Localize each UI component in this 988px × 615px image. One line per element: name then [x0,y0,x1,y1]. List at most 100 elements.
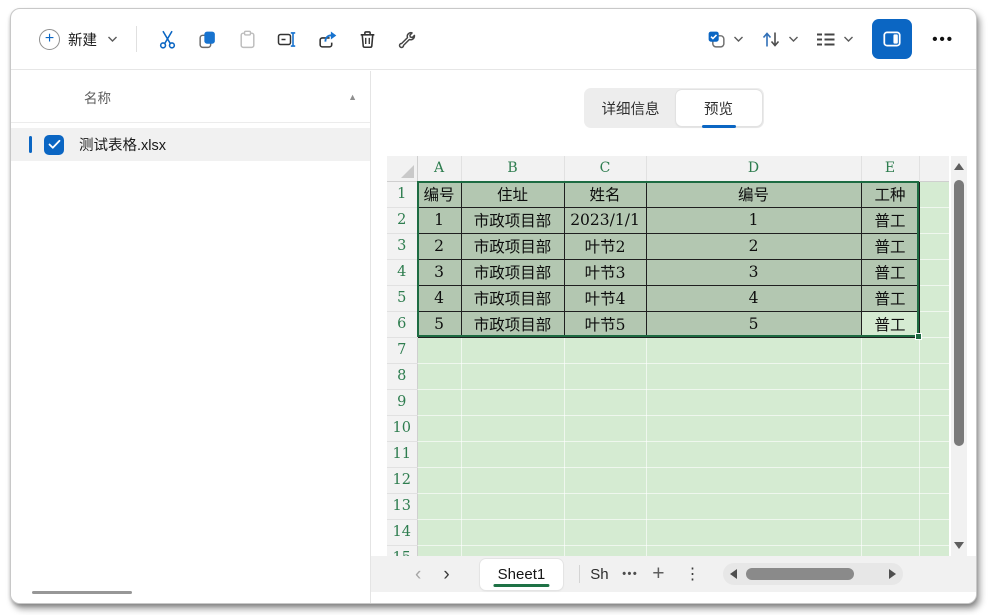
left-pane-horizontal-scrollbar[interactable] [32,591,132,594]
cell-empty[interactable] [646,467,861,493]
cell-empty[interactable] [564,441,646,467]
cell-empty[interactable] [919,519,949,545]
sheet-nav-prev-button[interactable]: ‹ [409,565,427,584]
cell-A1[interactable]: 编号 [417,181,461,207]
cell-empty[interactable] [861,493,919,519]
new-button[interactable]: + 新建 [29,23,128,56]
cell-empty[interactable] [919,545,949,556]
cell-empty[interactable] [417,363,461,389]
row-header-14[interactable]: 14 [387,519,417,545]
name-column-header[interactable]: 名称 [84,87,111,107]
row-header-12[interactable]: 12 [387,467,417,493]
scroll-down-icon[interactable] [954,542,964,549]
sheet-tab-active[interactable]: Sheet1 [480,559,564,590]
cell-empty[interactable] [861,467,919,493]
delete-button[interactable] [347,21,387,57]
cell-C2[interactable]: 2023/1/1 [564,207,646,233]
row-header-11[interactable]: 11 [387,441,417,467]
cell-empty[interactable] [564,415,646,441]
cell-empty[interactable] [417,545,461,556]
cell-empty[interactable] [861,337,919,363]
cell-A5[interactable]: 4 [417,285,461,311]
row-header-5[interactable]: 5 [387,285,417,311]
cell-C3[interactable]: 叶节2 [564,233,646,259]
cell-empty[interactable] [564,493,646,519]
cell-empty[interactable] [646,415,861,441]
multiselect-button[interactable] [700,25,750,54]
cell-empty[interactable] [919,233,949,259]
cell-empty[interactable] [461,493,564,519]
cell-C4[interactable]: 叶节3 [564,259,646,285]
cell-D6[interactable]: 5 [646,311,861,337]
cell-empty[interactable] [646,363,861,389]
row-header-7[interactable]: 7 [387,337,417,363]
row-header-9[interactable]: 9 [387,389,417,415]
cell-B6[interactable]: 市政项目部 [461,311,564,337]
cell-empty[interactable] [461,363,564,389]
cell-empty[interactable] [461,389,564,415]
cell-empty[interactable] [461,519,564,545]
cell-empty[interactable] [919,467,949,493]
cell-empty[interactable] [919,363,949,389]
cell-D5[interactable]: 4 [646,285,861,311]
sheet-horizontal-scrollbar[interactable] [723,563,903,585]
copy-button[interactable] [187,21,227,57]
view-button[interactable] [809,25,860,54]
scroll-up-icon[interactable] [954,163,964,170]
cell-empty[interactable] [861,545,919,556]
row-header-3[interactable]: 3 [387,233,417,259]
more-options-button[interactable]: ••• [924,31,962,48]
cell-empty[interactable] [417,441,461,467]
cell-empty[interactable] [564,519,646,545]
cell-C6[interactable]: 叶节5 [564,311,646,337]
cell-D2[interactable]: 1 [646,207,861,233]
horizontal-scrollbar-thumb[interactable] [746,568,854,580]
column-header-E[interactable]: E [861,156,919,181]
cell-B1[interactable]: 住址 [461,181,564,207]
cell-D4[interactable]: 3 [646,259,861,285]
cell-B3[interactable]: 市政项目部 [461,233,564,259]
tab-preview[interactable]: 预览 [676,90,762,126]
cell-empty[interactable] [417,467,461,493]
sheet-options-kebab-icon[interactable]: ⋮ [685,564,701,584]
cell-empty[interactable] [919,285,949,311]
cell-empty[interactable] [564,337,646,363]
cell-A6[interactable]: 5 [417,311,461,337]
sheet-nav-next-button[interactable]: › [437,565,455,584]
row-header-8[interactable]: 8 [387,363,417,389]
cell-empty[interactable] [861,389,919,415]
cell-A2[interactable]: 1 [417,207,461,233]
column-header-D[interactable]: D [646,156,861,181]
add-sheet-button[interactable]: + [652,562,664,586]
cell-E5[interactable]: 普工 [861,285,919,311]
cell-empty[interactable] [646,441,861,467]
cell-E6[interactable]: 普工 [861,311,919,337]
sheet-more-tabs-icon[interactable]: ••• [622,568,638,580]
row-header-4[interactable]: 4 [387,259,417,285]
row-header-6[interactable]: 6 [387,311,417,337]
sheet-tab-truncated[interactable]: Sh [590,566,612,583]
tab-details[interactable]: 详细信息 [586,90,676,126]
row-header-13[interactable]: 13 [387,493,417,519]
cell-empty[interactable] [564,363,646,389]
rename-button[interactable] [267,21,307,57]
row-header-15[interactable]: 15 [387,545,417,556]
cell-E3[interactable]: 普工 [861,233,919,259]
sort-button[interactable] [754,25,805,54]
cell-empty[interactable] [646,519,861,545]
cell-E2[interactable]: 普工 [861,207,919,233]
cell-D3[interactable]: 2 [646,233,861,259]
cell-empty[interactable] [861,415,919,441]
spreadsheet-preview[interactable]: ABCDE 1编号住址姓名编号工种21市政项目部2023/1/11普工32市政项… [387,156,949,556]
list-header[interactable]: 名称 ▲ [11,71,370,123]
cell-empty[interactable] [461,337,564,363]
cell-empty[interactable] [417,337,461,363]
cell-D1[interactable]: 编号 [646,181,861,207]
cell-empty[interactable] [919,415,949,441]
cut-button[interactable] [147,21,187,57]
cell-C5[interactable]: 叶节4 [564,285,646,311]
cell-B4[interactable]: 市政项目部 [461,259,564,285]
cell-empty[interactable] [919,311,949,337]
cell-empty[interactable] [564,467,646,493]
column-header-C[interactable]: C [564,156,646,181]
